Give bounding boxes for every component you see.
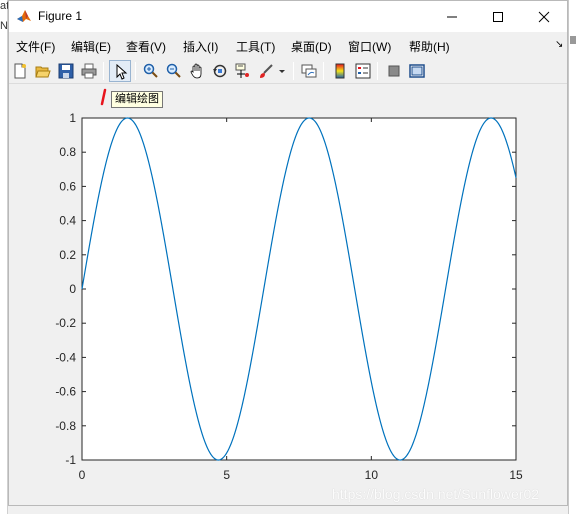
y-tick-label: -0.8 [55,419,76,433]
x-tick-label: 0 [79,468,86,482]
y-tick-label: -0.2 [55,316,76,330]
y-tick-label: 0.8 [59,145,76,159]
y-tick-label: -0.4 [55,350,76,364]
figure-window: Figure 1 文件(F) 编辑(E) 查看(V) 插入(I) 工具(T) 桌… [8,0,568,506]
cursor-annotation-mark [100,88,107,106]
background-window-right [568,0,576,514]
x-tick-label: 15 [509,468,523,482]
y-tick-label: 0.4 [59,214,76,228]
y-tick-label: -1 [65,453,76,467]
x-tick-label: 10 [365,468,379,482]
axes-box[interactable] [81,117,517,461]
x-tick-label: 5 [223,468,230,482]
y-tick-label: 0.2 [59,248,76,262]
y-tick-label: 1 [69,111,76,125]
plot-area: 0 5 10 15 -1 -0.8 -0.6 -0.4 -0.2 0 0.2 0.4 0.6 0.8 1 [55,111,523,482]
y-tick-label: 0 [69,282,76,296]
watermark: https://blog.csdn.net/Sunflower02 [332,486,540,502]
tooltip: 编辑绘图 [111,91,163,108]
y-tick-label: 0.6 [59,179,76,193]
y-tick-label: -0.6 [55,385,76,399]
background-window-edge: at Ni [0,0,10,514]
